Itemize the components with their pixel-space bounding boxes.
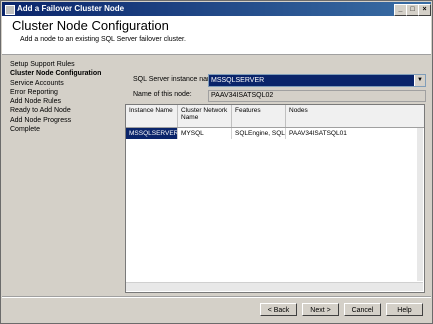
app-icon: [5, 5, 15, 15]
col-instance-name[interactable]: Instance Name: [126, 105, 178, 127]
col-cluster-network-name[interactable]: Cluster Network Name: [178, 105, 232, 127]
instance-name-label: SQL Server instance name:: [133, 76, 219, 83]
node-name-label: Name of this node:: [133, 91, 192, 98]
page-subtitle: Add a node to an existing SQL Server fai…: [20, 36, 186, 43]
add-failover-node-window: Add a Failover Cluster Node _ □ × Cluste…: [0, 0, 433, 324]
col-features[interactable]: Features: [232, 105, 286, 127]
chevron-down-icon[interactable]: ▼: [414, 75, 425, 86]
cell-cluster-network-name[interactable]: MYSQL: [178, 128, 232, 139]
page-title: Cluster Node Configuration: [12, 18, 169, 33]
nav-item-cluster-node-configuration[interactable]: Cluster Node Configuration: [10, 69, 120, 78]
cell-nodes[interactable]: PAAV34ISATSQL01: [286, 128, 424, 139]
grid-vertical-scrollbar[interactable]: [417, 128, 423, 281]
instances-grid[interactable]: Instance Name Cluster Network Name Featu…: [125, 104, 425, 293]
nav-item-add-node-progress[interactable]: Add Node Progress: [10, 116, 120, 125]
grid-header: Instance Name Cluster Network Name Featu…: [126, 105, 424, 128]
help-button[interactable]: Help: [386, 303, 423, 316]
node-name-field: PAAV34ISATSQL02: [208, 90, 426, 102]
instance-name-value: MSSQLSERVER: [211, 77, 265, 84]
close-button[interactable]: ×: [418, 4, 431, 16]
table-row[interactable]: MSSQLSERVER MYSQL SQLEngine, SQL... PAAV…: [126, 128, 424, 139]
node-name-value: PAAV34ISATSQL02: [211, 92, 274, 99]
nav-item-complete[interactable]: Complete: [10, 125, 120, 134]
cell-features[interactable]: SQLEngine, SQL...: [232, 128, 286, 139]
col-nodes[interactable]: Nodes: [286, 105, 424, 127]
nav-item-service-accounts[interactable]: Service Accounts: [10, 79, 120, 88]
window-title: Add a Failover Cluster Node: [17, 4, 125, 13]
footer-divider: [2, 296, 431, 298]
nav-item-error-reporting[interactable]: Error Reporting: [10, 88, 120, 97]
nav-item-add-node-rules[interactable]: Add Node Rules: [10, 97, 120, 106]
next-button[interactable]: Next >: [302, 303, 339, 316]
nav-item-ready-to-add-node[interactable]: Ready to Add Node: [10, 106, 120, 115]
instance-name-dropdown[interactable]: MSSQLSERVER ▼: [208, 74, 426, 87]
back-button[interactable]: < Back: [260, 303, 297, 316]
nav-item-setup-support-rules[interactable]: Setup Support Rules: [10, 60, 120, 69]
cell-instance-name[interactable]: MSSQLSERVER: [126, 128, 178, 139]
wizard-steps-nav: Setup Support Rules Cluster Node Configu…: [10, 60, 120, 134]
page-header: Cluster Node Configuration Add a node to…: [2, 16, 431, 55]
title-bar[interactable]: Add a Failover Cluster Node _ □ ×: [2, 2, 431, 16]
cancel-button[interactable]: Cancel: [344, 303, 381, 316]
grid-horizontal-scrollbar[interactable]: [126, 282, 423, 291]
